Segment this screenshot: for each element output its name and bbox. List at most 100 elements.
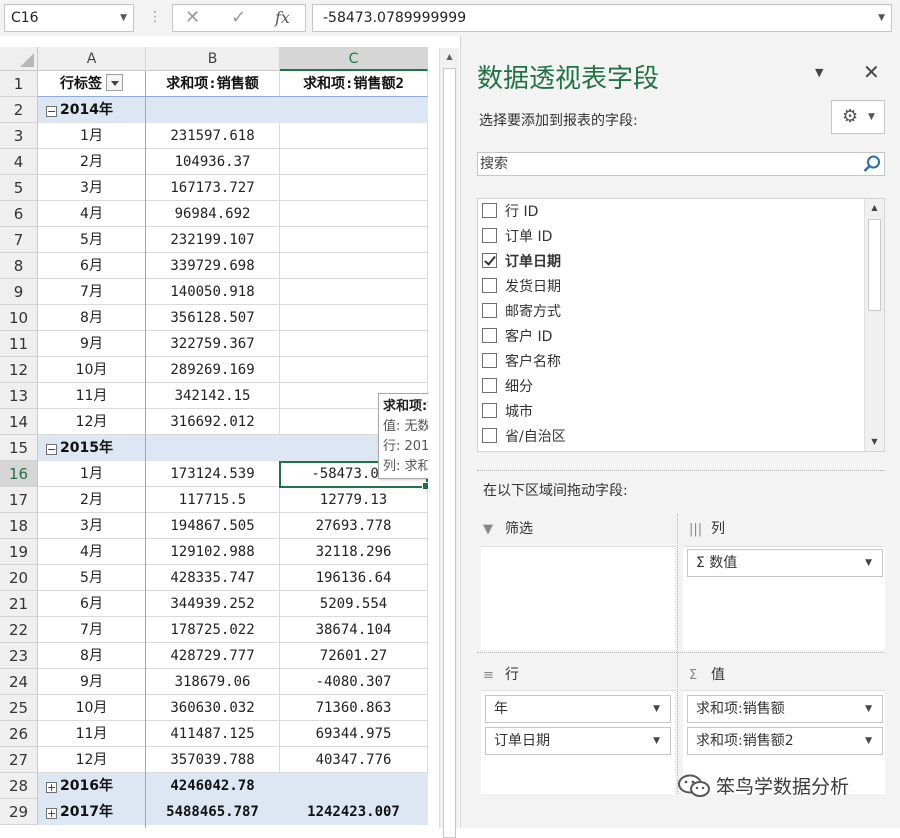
drag-handle-icon[interactable]: ⋮: [148, 9, 162, 25]
row-label-cell[interactable]: 5月: [38, 565, 146, 591]
row-label-cell[interactable]: 9月: [38, 331, 146, 357]
field-item[interactable]: 城市: [482, 401, 533, 423]
sales2-cell[interactable]: [280, 227, 428, 253]
row-number[interactable]: 5: [0, 175, 38, 201]
sales2-cell[interactable]: 196136.64: [280, 565, 428, 591]
row-label-cell[interactable]: +2016年: [38, 773, 146, 799]
pivot-row-labels-header[interactable]: 行标签: [38, 71, 146, 97]
row-label-cell[interactable]: 12月: [38, 747, 146, 773]
row-label-cell[interactable]: 2月: [38, 487, 146, 513]
sales-cell[interactable]: 231597.618: [146, 123, 280, 149]
row-number[interactable]: 4: [0, 149, 38, 175]
scroll-up-icon[interactable]: ▲: [865, 199, 884, 217]
sales-cell[interactable]: 178725.022: [146, 617, 280, 643]
field-list-scrollbar[interactable]: ▲ ▼: [864, 199, 884, 451]
sales2-cell[interactable]: [280, 123, 428, 149]
field-list[interactable]: 行 ID 订单 ID 订单日期 发货日期 邮寄方式 客户 ID 客户名称 细分 城市 省/自治区 …: [477, 198, 885, 452]
sales2-cell[interactable]: 32118.296: [280, 539, 428, 565]
row-number[interactable]: 9: [0, 279, 38, 305]
row-label-cell[interactable]: 7月: [38, 279, 146, 305]
checkbox-icon[interactable]: [482, 203, 497, 218]
sales-cell[interactable]: 344939.252: [146, 591, 280, 617]
collapse-icon[interactable]: −: [46, 106, 57, 117]
sales2-cell[interactable]: 72601.27: [280, 643, 428, 669]
field-search-box[interactable]: [477, 152, 885, 176]
row-number[interactable]: 24: [0, 669, 38, 695]
sales-cell[interactable]: 167173.727: [146, 175, 280, 201]
search-input[interactable]: [478, 153, 848, 175]
sales2-cell[interactable]: [280, 201, 428, 227]
row-label-cell[interactable]: 12月: [38, 409, 146, 435]
sales2-cell[interactable]: [280, 305, 428, 331]
filter-dropdown-icon[interactable]: [106, 74, 123, 91]
row-number[interactable]: 14: [0, 409, 38, 435]
row-number[interactable]: 20: [0, 565, 38, 591]
checkbox-icon[interactable]: [482, 228, 497, 243]
values-item-sales[interactable]: 求和项:销售额 ▼: [687, 695, 883, 723]
collapse-icon[interactable]: −: [46, 444, 57, 455]
checkbox-icon[interactable]: [482, 353, 497, 368]
chevron-down-icon[interactable]: ▼: [120, 5, 127, 31]
sales2-cell[interactable]: [280, 279, 428, 305]
sales-cell[interactable]: 428729.777: [146, 643, 280, 669]
row-number[interactable]: 16: [0, 461, 38, 487]
rows-drop-zone[interactable]: 年 ▼ 订单日期 ▼: [481, 690, 675, 794]
field-item[interactable]: 行 ID: [482, 201, 538, 223]
row-number[interactable]: 27: [0, 747, 38, 773]
row-number[interactable]: 11: [0, 331, 38, 357]
filter-drop-zone[interactable]: [481, 546, 675, 650]
row-number[interactable]: 1: [0, 71, 38, 97]
sales-cell[interactable]: 360630.032: [146, 695, 280, 721]
tools-button[interactable]: ⚙ ▼: [831, 100, 885, 134]
chevron-down-icon[interactable]: ▼: [865, 728, 872, 754]
row-label-cell[interactable]: 8月: [38, 305, 146, 331]
row-number[interactable]: 28: [0, 773, 38, 799]
sales2-cell[interactable]: 38674.104: [280, 617, 428, 643]
column-header-a[interactable]: A: [38, 47, 146, 71]
row-number[interactable]: 26: [0, 721, 38, 747]
row-label-cell[interactable]: 11月: [38, 721, 146, 747]
row-label-cell[interactable]: 2月: [38, 149, 146, 175]
row-number[interactable]: 29: [0, 799, 38, 825]
row-number[interactable]: 25: [0, 695, 38, 721]
row-number[interactable]: 10: [0, 305, 38, 331]
sales2-cell[interactable]: -4080.307: [280, 669, 428, 695]
row-number[interactable]: 17: [0, 487, 38, 513]
sales2-cell[interactable]: [280, 253, 428, 279]
field-item[interactable]: 客户 ID: [482, 326, 552, 348]
row-number[interactable]: 8: [0, 253, 38, 279]
chevron-down-icon[interactable]: ▼: [878, 5, 885, 31]
row-number[interactable]: 7: [0, 227, 38, 253]
sales2-cell[interactable]: [280, 149, 428, 175]
sales-cell[interactable]: [146, 435, 280, 461]
scroll-up-icon[interactable]: ▲: [440, 48, 459, 66]
row-label-cell[interactable]: 10月: [38, 357, 146, 383]
check-icon[interactable]: ✓: [231, 7, 246, 28]
sales-cell[interactable]: 356128.507: [146, 305, 280, 331]
checkbox-icon[interactable]: [482, 378, 497, 393]
checkbox-icon[interactable]: [482, 328, 497, 343]
sales-cell[interactable]: 129102.988: [146, 539, 280, 565]
name-box[interactable]: C16 ▼: [4, 4, 134, 32]
sales-cell[interactable]: 104936.37: [146, 149, 280, 175]
sales2-cell[interactable]: [280, 175, 428, 201]
row-label-cell[interactable]: 5月: [38, 227, 146, 253]
insert-function-icon[interactable]: fx: [275, 8, 290, 27]
field-item[interactable]: 邮寄方式: [482, 301, 561, 323]
row-label-cell[interactable]: 11月: [38, 383, 146, 409]
sales-cell[interactable]: 232199.107: [146, 227, 280, 253]
scrollbar-thumb[interactable]: [868, 219, 881, 311]
field-item[interactable]: 订单 ID: [482, 226, 552, 248]
close-icon[interactable]: ✕: [185, 7, 200, 28]
chevron-down-icon[interactable]: ▼: [653, 728, 660, 754]
field-item[interactable]: 省/自治区: [482, 426, 566, 448]
sales-cell[interactable]: [146, 97, 280, 123]
sales2-cell[interactable]: 40347.776: [280, 747, 428, 773]
expand-icon[interactable]: +: [46, 808, 57, 819]
sales2-cell[interactable]: [280, 97, 428, 123]
values-item-sales2[interactable]: 求和项:销售额2 ▼: [687, 727, 883, 755]
search-icon[interactable]: [862, 154, 882, 174]
rows-item-year[interactable]: 年 ▼: [485, 695, 671, 723]
sales-cell[interactable]: 4246042.78: [146, 773, 280, 799]
checkbox-icon[interactable]: [482, 428, 497, 443]
